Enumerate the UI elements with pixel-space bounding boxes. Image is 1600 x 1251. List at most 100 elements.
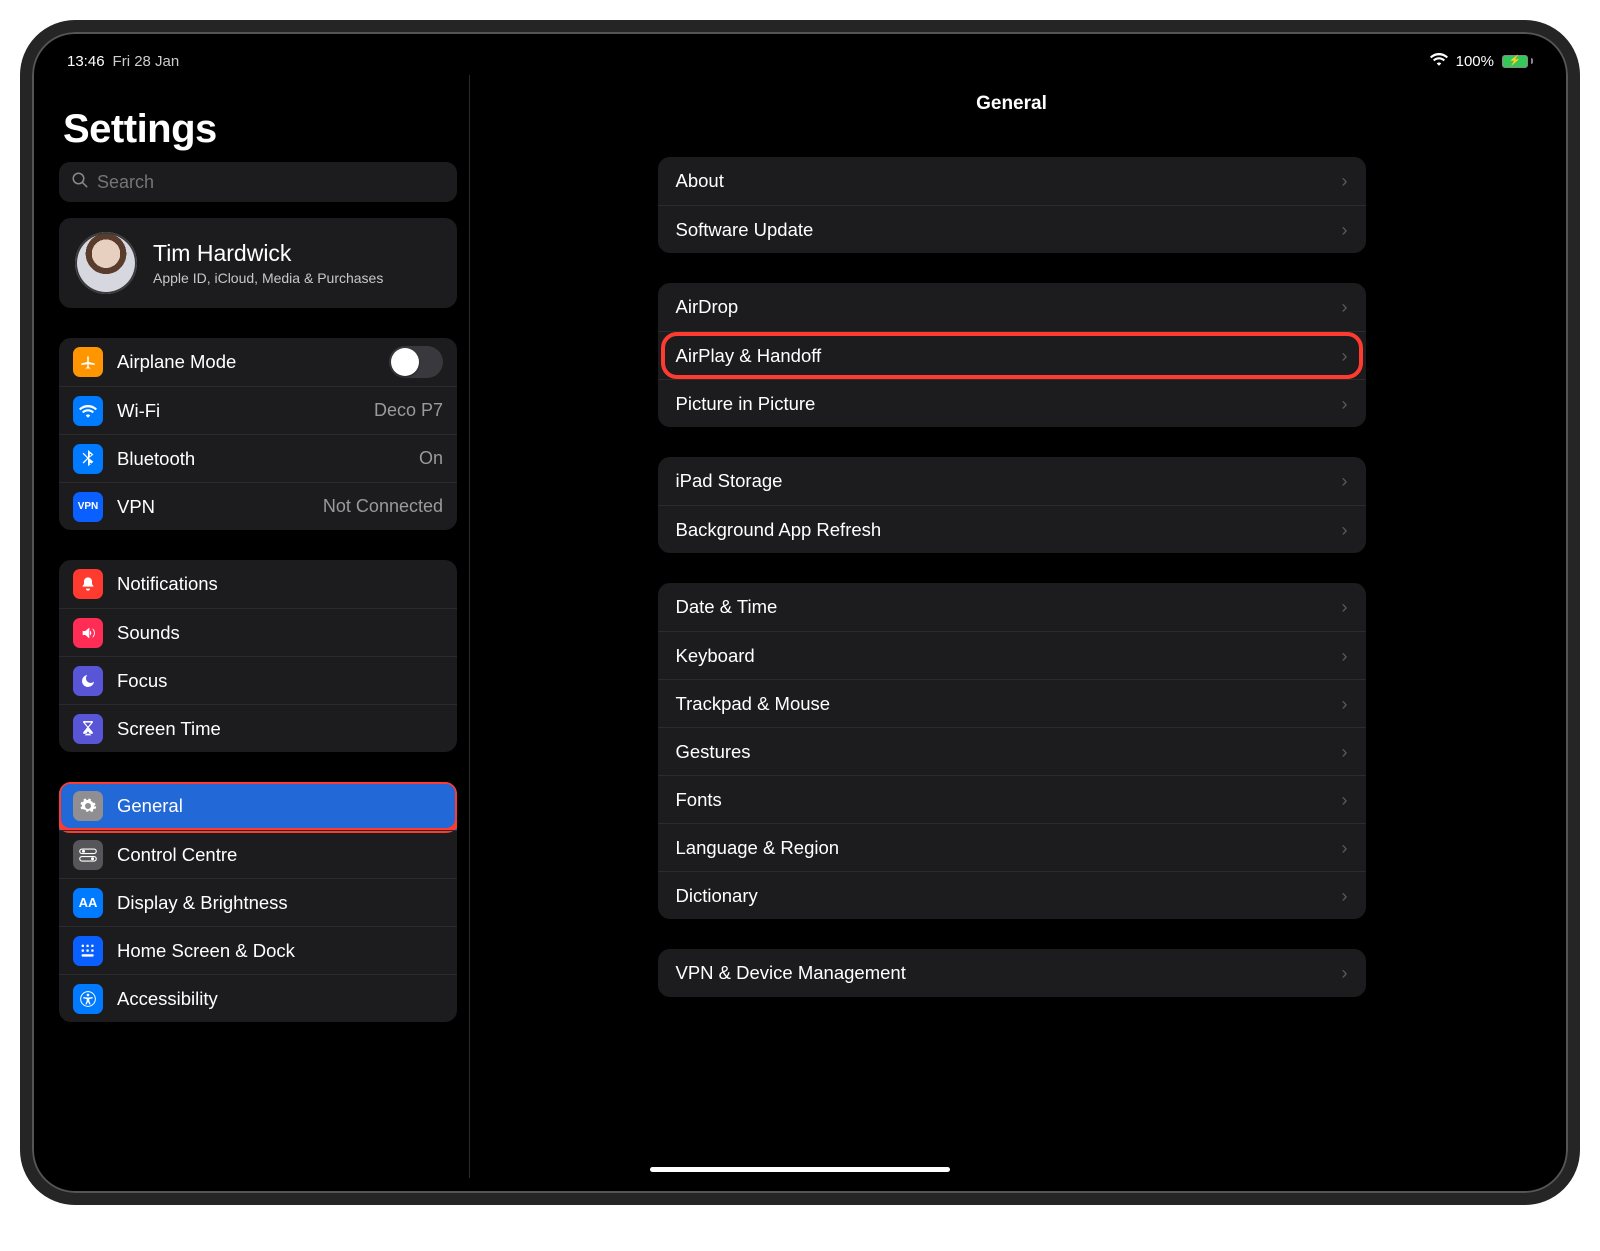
sidebar-group-network: Airplane Mode Wi-Fi Deco P7 [59,338,457,530]
row-label: Fonts [676,789,722,811]
sidebar-item-label: Control Centre [117,844,237,866]
status-bar: 13:46 Fri 28 Jan 100% ⚡ [47,47,1553,75]
sidebar-item-screentime[interactable]: Screen Time [59,704,457,752]
chevron-right-icon: › [1341,219,1347,241]
sidebar-item-label: Notifications [117,573,218,595]
row-label: Trackpad & Mouse [676,693,831,715]
sidebar-item-focus[interactable]: Focus [59,656,457,704]
sidebar-item-accessibility[interactable]: Accessibility [59,974,457,1022]
row-dictionary[interactable]: Dictionary › [658,871,1366,919]
row-date-time[interactable]: Date & Time › [658,583,1366,631]
bell-icon [73,569,103,599]
chevron-right-icon: › [1341,885,1347,907]
row-label: VPN & Device Management [676,962,906,984]
sidebar-group-device: General Control Centre AA Display & Brig… [59,782,457,1022]
sidebar-item-notifications[interactable]: Notifications [59,560,457,608]
sidebar-item-label: Home Screen & Dock [117,940,295,962]
sidebar-item-label: Sounds [117,622,180,644]
sidebar-item-homescreen[interactable]: Home Screen & Dock [59,926,457,974]
chevron-right-icon: › [1341,741,1347,763]
detail-panel: General About › Software Update › [470,75,1553,1178]
settings-sidebar: Settings Tim Hardwick Apple ID, iCloud, … [47,75,470,1178]
sidebar-item-label: Screen Time [117,718,221,740]
sidebar-group-prefs: Notifications Sounds Focus [59,560,457,752]
row-trackpad-mouse[interactable]: Trackpad & Mouse › [658,679,1366,727]
toggles-icon [73,840,103,870]
detail-group: iPad Storage › Background App Refresh › [658,457,1366,553]
chevron-right-icon: › [1341,519,1347,541]
chevron-right-icon: › [1341,296,1347,318]
row-airdrop[interactable]: AirDrop › [658,283,1366,331]
speaker-icon [73,618,103,648]
chevron-right-icon: › [1341,393,1347,415]
row-label: Picture in Picture [676,393,816,415]
sidebar-item-vpn[interactable]: VPN VPN Not Connected [59,482,457,530]
bluetooth-icon [73,444,103,474]
row-airplay-handoff[interactable]: AirPlay & Handoff › [658,331,1366,379]
chevron-right-icon: › [1341,170,1347,192]
row-label: Software Update [676,219,814,241]
airplane-toggle[interactable] [389,346,443,378]
row-vpn-device-management[interactable]: VPN & Device Management › [658,949,1366,997]
sidebar-item-value: Deco P7 [374,400,443,421]
accessibility-icon [73,984,103,1014]
status-time: 13:46 [67,53,105,70]
sidebar-item-sounds[interactable]: Sounds [59,608,457,656]
text-size-icon: AA [73,888,103,918]
chevron-right-icon: › [1341,470,1347,492]
detail-title: General [976,93,1047,115]
sidebar-item-label: Accessibility [117,988,218,1010]
sidebar-item-wifi[interactable]: Wi-Fi Deco P7 [59,386,457,434]
chevron-right-icon: › [1341,596,1347,618]
detail-group: Date & Time › Keyboard › Trackpad & Mous… [658,583,1366,919]
status-date: Fri 28 Jan [113,53,180,70]
sidebar-item-label: General [117,795,183,817]
apple-id-card[interactable]: Tim Hardwick Apple ID, iCloud, Media & P… [59,218,457,308]
row-label: Background App Refresh [676,519,882,541]
row-ipad-storage[interactable]: iPad Storage › [658,457,1366,505]
row-label: Date & Time [676,596,778,618]
sidebar-item-display[interactable]: AA Display & Brightness [59,878,457,926]
battery-icon: ⚡ [1502,55,1533,68]
sidebar-item-airplane[interactable]: Airplane Mode [59,338,457,386]
vpn-icon: VPN [73,492,103,522]
row-picture-in-picture[interactable]: Picture in Picture › [658,379,1366,427]
row-label: Language & Region [676,837,840,859]
search-icon [71,171,89,194]
row-fonts[interactable]: Fonts › [658,775,1366,823]
moon-icon [73,666,103,696]
sidebar-item-label: Display & Brightness [117,892,288,914]
detail-group: VPN & Device Management › [658,949,1366,997]
search-field[interactable] [59,162,457,202]
device-frame: 13:46 Fri 28 Jan 100% ⚡ Settings [20,20,1580,1205]
sidebar-item-value: On [419,448,443,469]
home-indicator[interactable] [650,1167,950,1172]
row-software-update[interactable]: Software Update › [658,205,1366,253]
sidebar-item-bluetooth[interactable]: Bluetooth On [59,434,457,482]
avatar [75,232,137,294]
row-label: About [676,170,724,192]
chevron-right-icon: › [1341,345,1347,367]
row-label: AirPlay & Handoff [676,345,822,367]
sidebar-item-general[interactable]: General [59,782,457,830]
detail-group: About › Software Update › [658,157,1366,253]
sidebar-item-label: Airplane Mode [117,351,236,373]
search-input[interactable] [97,172,445,193]
row-gestures[interactable]: Gestures › [658,727,1366,775]
page-title: Settings [63,107,453,152]
row-about[interactable]: About › [658,157,1366,205]
airplane-icon [73,347,103,377]
row-label: Keyboard [676,645,755,667]
chevron-right-icon: › [1341,645,1347,667]
row-keyboard[interactable]: Keyboard › [658,631,1366,679]
chevron-right-icon: › [1341,693,1347,715]
row-label: AirDrop [676,296,739,318]
wifi-icon [73,396,103,426]
sidebar-item-controlcentre[interactable]: Control Centre [59,830,457,878]
chevron-right-icon: › [1341,789,1347,811]
chevron-right-icon: › [1341,962,1347,984]
row-background-app-refresh[interactable]: Background App Refresh › [658,505,1366,553]
row-language-region[interactable]: Language & Region › [658,823,1366,871]
sidebar-item-label: Wi-Fi [117,400,160,422]
screen: 13:46 Fri 28 Jan 100% ⚡ Settings [47,47,1553,1178]
